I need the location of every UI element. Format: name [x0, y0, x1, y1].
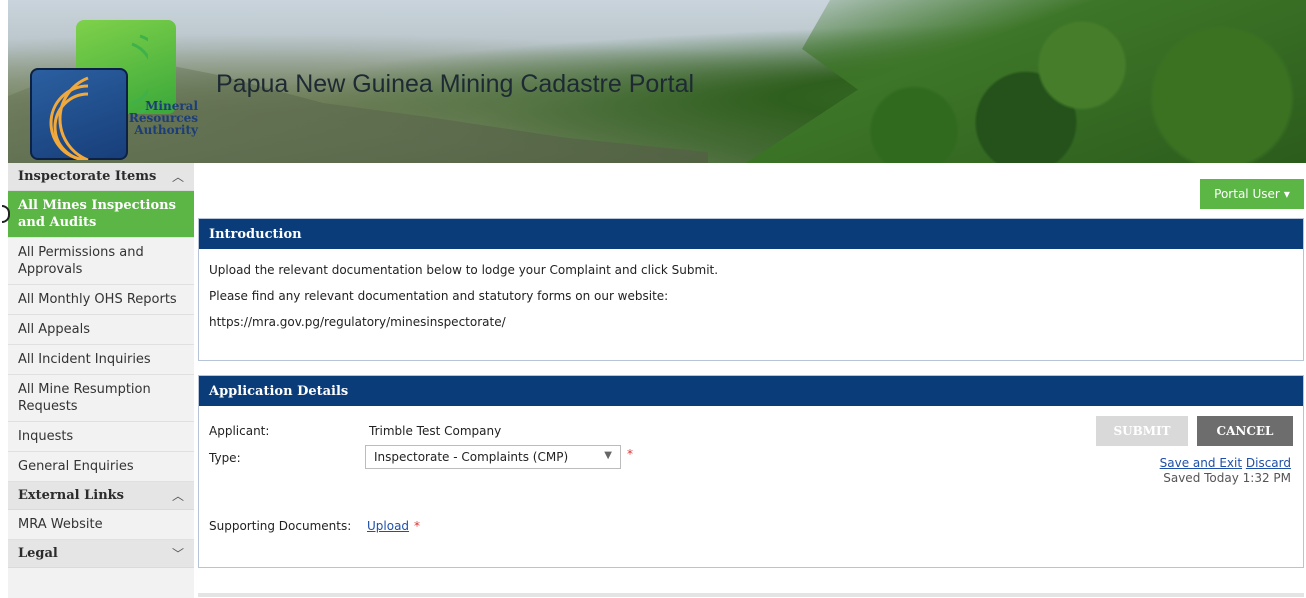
- upload-link[interactable]: Upload: [367, 519, 409, 533]
- cancel-button[interactable]: CANCEL: [1197, 416, 1293, 446]
- supporting-docs-label: Supporting Documents:: [209, 519, 352, 533]
- sidebar-section-label: Inspectorate Items: [18, 169, 157, 184]
- logo-text: Mineral Resources Authority: [128, 99, 198, 137]
- required-marker: *: [414, 519, 420, 533]
- introduction-body: Upload the relevant documentation below …: [199, 249, 1303, 329]
- intro-line: Upload the relevant documentation below …: [209, 263, 719, 277]
- application-details-heading: Application Details: [199, 376, 1303, 406]
- applicant-label: Applicant:: [209, 424, 270, 438]
- sidebar-item-mine-resumption[interactable]: All Mine Resumption Requests: [8, 375, 194, 422]
- applicant-value: Trimble Test Company: [369, 424, 502, 438]
- caret-down-icon: ▾: [1283, 187, 1290, 201]
- sidebar-item-incident-inquiries[interactable]: All Incident Inquiries: [8, 345, 194, 375]
- intro-url: https://mra.gov.pg/regulatory/minesinspe…: [209, 315, 506, 329]
- user-menu-label: Portal User: [1214, 187, 1280, 201]
- chevron-up-icon[interactable]: ︿: [172, 168, 184, 185]
- sidebar-item-mines-inspections[interactable]: All Mines Inspections and Audits: [2, 191, 194, 238]
- sidebar-item-permissions[interactable]: All Permissions and Approvals: [8, 238, 194, 285]
- sidebar-section-inspectorate[interactable]: Inspectorate Items ︿: [8, 163, 194, 191]
- sidebar-section-external-links[interactable]: External Links ︿: [8, 482, 194, 510]
- sidebar-section-legal[interactable]: Legal ﹀: [8, 540, 194, 568]
- main-content: Portal User ▾ Introduction Upload the re…: [196, 163, 1306, 598]
- save-and-exit-link[interactable]: Save and Exit: [1160, 456, 1242, 470]
- sidebar-section-label: Legal: [18, 546, 58, 561]
- save-status: Save and Exit Discard Saved Today 1:32 P…: [1160, 456, 1291, 485]
- sidebar-item-general-enquiries[interactable]: General Enquiries: [8, 452, 194, 482]
- type-select[interactable]: Inspectorate - Complaints (CMP) ▼: [365, 445, 621, 469]
- page-title: Papua New Guinea Mining Cadastre Portal: [216, 70, 695, 98]
- sidebar-item-mra-website[interactable]: MRA Website: [8, 510, 194, 540]
- sidebar-section-label: External Links: [18, 488, 124, 503]
- discard-link[interactable]: Discard: [1246, 456, 1291, 470]
- chevron-up-icon[interactable]: ︿: [172, 487, 184, 504]
- intro-line: Please find any relevant documentation a…: [209, 289, 669, 303]
- sidebar-item-appeals[interactable]: All Appeals: [8, 315, 194, 345]
- type-select-value: Inspectorate - Complaints (CMP): [374, 450, 569, 464]
- portal-user-menu-button[interactable]: Portal User ▾: [1200, 179, 1304, 209]
- saved-timestamp: Saved Today 1:32 PM: [1163, 471, 1291, 485]
- type-label: Type:: [209, 451, 241, 465]
- chevron-down-icon[interactable]: ﹀: [172, 545, 184, 562]
- introduction-heading: Introduction: [199, 219, 1303, 249]
- divider: [198, 593, 1304, 597]
- required-marker: *: [627, 447, 633, 461]
- mra-logo[interactable]: Mineral Resources Authority: [28, 20, 198, 160]
- sidebar-item-monthly-ohs[interactable]: All Monthly OHS Reports: [8, 285, 194, 315]
- logo-arcs-icon: [49, 34, 148, 160]
- sidebar-item-inquests[interactable]: Inquests: [8, 422, 194, 452]
- application-details-panel: Application Details Applicant: Trimble T…: [198, 375, 1304, 568]
- header-banner: Mineral Resources Authority Papua New Gu…: [8, 0, 1306, 163]
- introduction-panel: Introduction Upload the relevant documen…: [198, 218, 1304, 361]
- banner-forest: [746, 0, 1306, 163]
- submit-button[interactable]: SUBMIT: [1096, 416, 1188, 446]
- caret-down-icon: ▼: [604, 450, 612, 461]
- sidebar: Inspectorate Items ︿ All Mines Inspectio…: [2, 163, 194, 598]
